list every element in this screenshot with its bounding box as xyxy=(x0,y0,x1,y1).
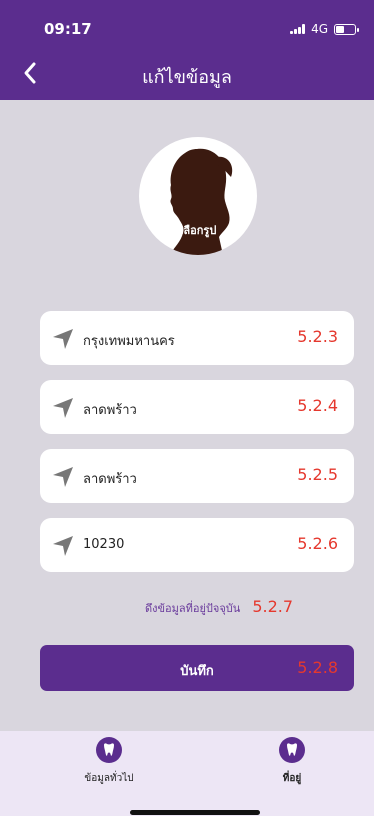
battery-icon xyxy=(334,23,359,35)
location-arrow-icon xyxy=(53,329,73,349)
annotation-tag: 5.2.3 xyxy=(297,327,338,346)
tab-address[interactable]: ที่อยู่ xyxy=(247,737,337,786)
fetch-location-label: ดึงข้อมูลที่อยู่ปัจจุบัน xyxy=(145,602,241,615)
location-arrow-icon xyxy=(53,398,73,418)
avatar-label: เลือกรูป xyxy=(179,224,217,237)
signal-icon xyxy=(290,24,306,34)
status-indicators: 4G xyxy=(290,22,359,36)
field-value: 10230 xyxy=(83,537,125,552)
status-time: 09:17 xyxy=(44,20,92,38)
annotation-tag: 5.2.6 xyxy=(297,534,338,553)
tooth-icon xyxy=(96,737,122,763)
field-value: ลาดพร้าว xyxy=(83,403,137,418)
annotation-tag: 5.2.5 xyxy=(297,465,338,484)
bottom-tab-bar: ข้อมูลทั่วไป ที่อยู่ xyxy=(0,731,374,816)
save-button[interactable]: บันทึก 5.2.8 xyxy=(40,645,354,691)
subdistrict-field[interactable]: ลาดพร้าว 5.2.5 xyxy=(40,449,354,503)
avatar-picker[interactable]: เลือกรูป xyxy=(139,137,257,255)
postal-code-field[interactable]: 10230 5.2.6 xyxy=(40,518,354,572)
app-header: 09:17 4G แก้ไขข้อมูล xyxy=(0,0,374,100)
home-indicator xyxy=(130,810,260,815)
field-value: ลาดพร้าว xyxy=(83,472,137,487)
district-field[interactable]: ลาดพร้าว 5.2.4 xyxy=(40,380,354,434)
annotation-tag: 5.2.4 xyxy=(297,396,338,415)
network-type: 4G xyxy=(311,22,328,36)
tab-label: ข้อมูลทั่วไป xyxy=(84,773,134,784)
location-arrow-icon xyxy=(53,536,73,556)
field-value: กรุงเทพมหานคร xyxy=(83,334,175,349)
fetch-current-location-link[interactable]: ดึงข้อมูลที่อยู่ปัจจุบัน 5.2.7 xyxy=(145,597,293,617)
tab-general-info[interactable]: ข้อมูลทั่วไป xyxy=(64,737,154,786)
annotation-tag: 5.2.7 xyxy=(252,597,294,616)
province-field[interactable]: กรุงเทพมหานคร 5.2.3 xyxy=(40,311,354,365)
annotation-tag: 5.2.8 xyxy=(297,658,338,677)
page-title: แก้ไขข้อมูล xyxy=(142,67,232,88)
tab-label: ที่อยู่ xyxy=(282,773,302,784)
tooth-icon xyxy=(279,737,305,763)
location-arrow-icon xyxy=(53,467,73,487)
